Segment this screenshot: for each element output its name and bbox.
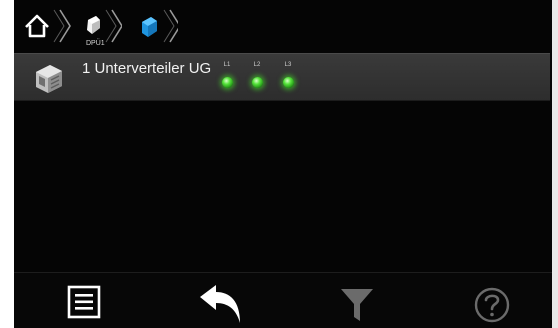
distribution-box-icon xyxy=(32,60,66,99)
row-label: 1 Unterverteiler UG xyxy=(82,60,212,77)
filter-button[interactable] xyxy=(340,287,374,328)
back-arrow-icon xyxy=(200,285,240,323)
filter-icon xyxy=(341,289,373,321)
bottom-toolbar xyxy=(14,272,552,328)
back-button[interactable] xyxy=(198,283,244,328)
breadcrumb-current[interactable] xyxy=(122,8,178,44)
phase-indicator-l3: L3 xyxy=(278,62,298,88)
meter-blue-icon xyxy=(142,17,157,37)
phase-indicator-l2: L2 xyxy=(247,62,267,88)
status-led xyxy=(282,77,294,88)
status-led xyxy=(221,77,233,88)
app-screen: DPÜ1 1 Unterverteiler UG L1 L2 L3 xyxy=(14,0,552,328)
breadcrumb-dpu1[interactable]: DPÜ1 xyxy=(70,8,122,47)
breadcrumb-label: DPÜ1 xyxy=(86,40,105,47)
phase-label: L3 xyxy=(284,62,292,68)
breadcrumb-home[interactable] xyxy=(16,8,72,44)
help-button[interactable] xyxy=(472,285,512,328)
help-icon xyxy=(474,287,510,323)
status-led xyxy=(251,77,263,88)
left-frame xyxy=(0,0,14,328)
phase-label: L2 xyxy=(253,62,261,68)
phase-label: L1 xyxy=(223,62,231,68)
list-menu-icon xyxy=(67,285,101,319)
home-icon xyxy=(25,14,49,38)
meter-white-icon xyxy=(87,16,100,34)
right-frame xyxy=(552,0,558,328)
list-item[interactable]: 1 Unterverteiler UG L1 L2 L3 xyxy=(14,53,550,101)
menu-button[interactable] xyxy=(66,283,102,326)
breadcrumb: DPÜ1 xyxy=(14,0,552,48)
phase-indicator-l1: L1 xyxy=(217,62,237,88)
